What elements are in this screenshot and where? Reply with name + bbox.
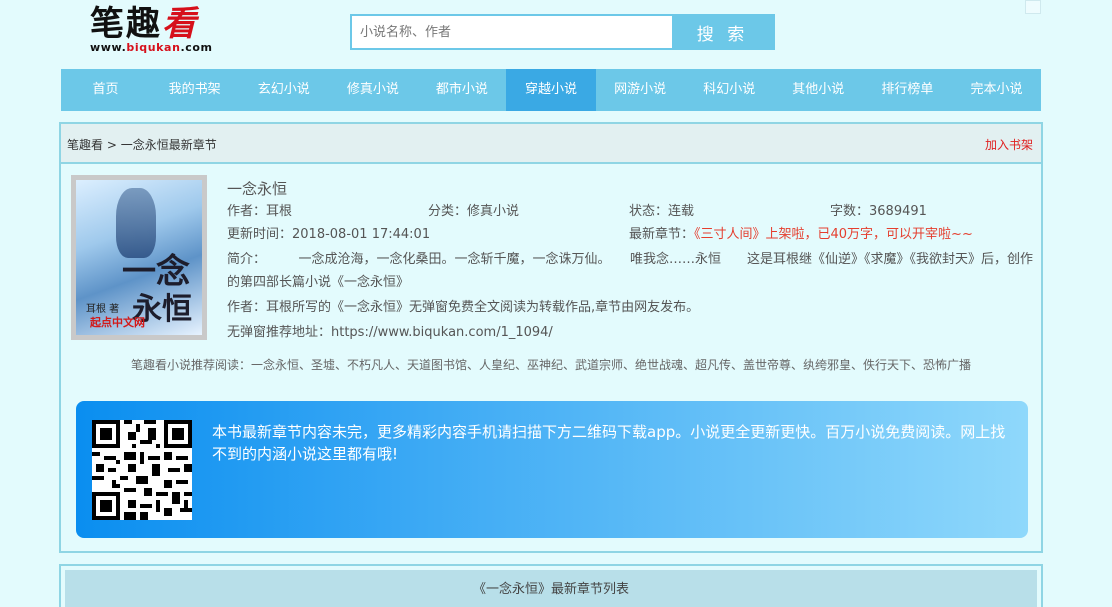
corner-box [1025,0,1041,14]
cover-author: 耳根 著 [86,304,120,315]
logo-text: 笔趣看 [90,4,198,44]
breadcrumb-current: 一念永恒最新章节 [120,138,217,152]
recommend-reading: 笔趣看小说推荐阅读：一念永恒、圣墟、不朽凡人、天道图书馆、人皇纪、巫神纪、武道宗… [130,358,971,372]
breadcrumb-bar: 笔趣看 > 一念永恒最新章节 加入书架 [61,124,1041,164]
add-to-bookshelf-link[interactable]: 加入书架 [985,136,1033,153]
nav-item-wangyou[interactable]: 网游小说 [596,69,685,111]
breadcrumb: 笔趣看 > 一念永恒最新章节 [67,136,217,153]
main-nav: 首页 我的书架 玄幻小说 修真小说 都市小说 穿越小说 网游小说 科幻小说 其他… [61,69,1041,111]
cover-site: 起点中文网 [90,316,145,329]
book-author: 作者：耳根 [227,204,293,219]
search-input[interactable] [352,16,674,48]
nav-item-xiuzhen[interactable]: 修真小说 [328,69,417,111]
nav-item-bookshelf[interactable]: 我的书架 [150,69,239,111]
nav-item-kehuan[interactable]: 科幻小说 [685,69,774,111]
book-author-note: 作者：耳根所写的《一念永恒》无弹窗免费全文阅读为转载作品,章节由网友发布。 [227,300,700,315]
latest-chapter-link[interactable]: 《三寸人间》上架啦，已40万字，可以开宰啦~~ [694,227,973,242]
cover-figure [116,188,156,258]
nav-item-xuanhuan[interactable]: 玄幻小说 [239,69,328,111]
breadcrumb-home-link[interactable]: 笔趣看 [67,138,103,152]
app-download-banner: 本书最新章节内容未完，更多精彩内容手机请扫描下方二维码下载app。小说更全更新更… [76,401,1028,538]
qr-code-image [92,420,192,520]
nav-item-chuanyue[interactable]: 穿越小说 [506,69,596,111]
book-cover[interactable]: 一念 永恒 耳根 著 起点中文网 [71,175,207,340]
search-button[interactable]: 搜 索 [672,16,773,48]
book-cover-image: 一念 永恒 耳根 著 起点中文网 [76,180,202,335]
chapter-list-header: 《一念永恒》最新章节列表 [65,570,1037,607]
logo-url: www.biqukan.com [90,41,213,54]
nav-item-ranking[interactable]: 排行榜单 [863,69,952,111]
book-recommend-url: 无弹窗推荐地址：https://www.biqukan.com/1_1094/ [227,325,553,340]
search-form: 搜 索 [350,14,775,50]
book-status: 状态：连载 [629,204,695,219]
site-logo[interactable]: 笔趣看 www.biqukan.com [88,4,228,56]
book-info-panel: 笔趣看 > 一念永恒最新章节 加入书架 一念 永恒 耳根 著 起点中文网 一念永… [59,122,1043,553]
book-latest-chapter: 最新章节：《三寸人间》上架啦，已40万字，可以开宰啦~~ [629,227,973,242]
book-intro: 简介： 一念成沧海，一念化桑田。一念斩千魔，一念诛万仙。 唯我念……永恒 这是耳… [227,252,1034,290]
nav-item-finished[interactable]: 完本小说 [952,69,1041,111]
chapter-list-panel: 《一念永恒》最新章节列表 [59,564,1043,607]
app-download-text: 本书最新章节内容未完，更多精彩内容手机请扫描下方二维码下载app。小说更全更新更… [212,423,1006,463]
book-update-time: 更新时间：2018-08-01 17:44:01 [227,227,431,242]
breadcrumb-separator: > [103,138,121,152]
book-title: 一念永恒 [227,180,288,198]
nav-item-dushi[interactable]: 都市小说 [417,69,506,111]
book-word-count: 字数：3689491 [830,204,927,219]
nav-item-home[interactable]: 首页 [61,69,150,111]
nav-item-other[interactable]: 其他小说 [774,69,863,111]
book-category: 分类：修真小说 [428,204,520,219]
